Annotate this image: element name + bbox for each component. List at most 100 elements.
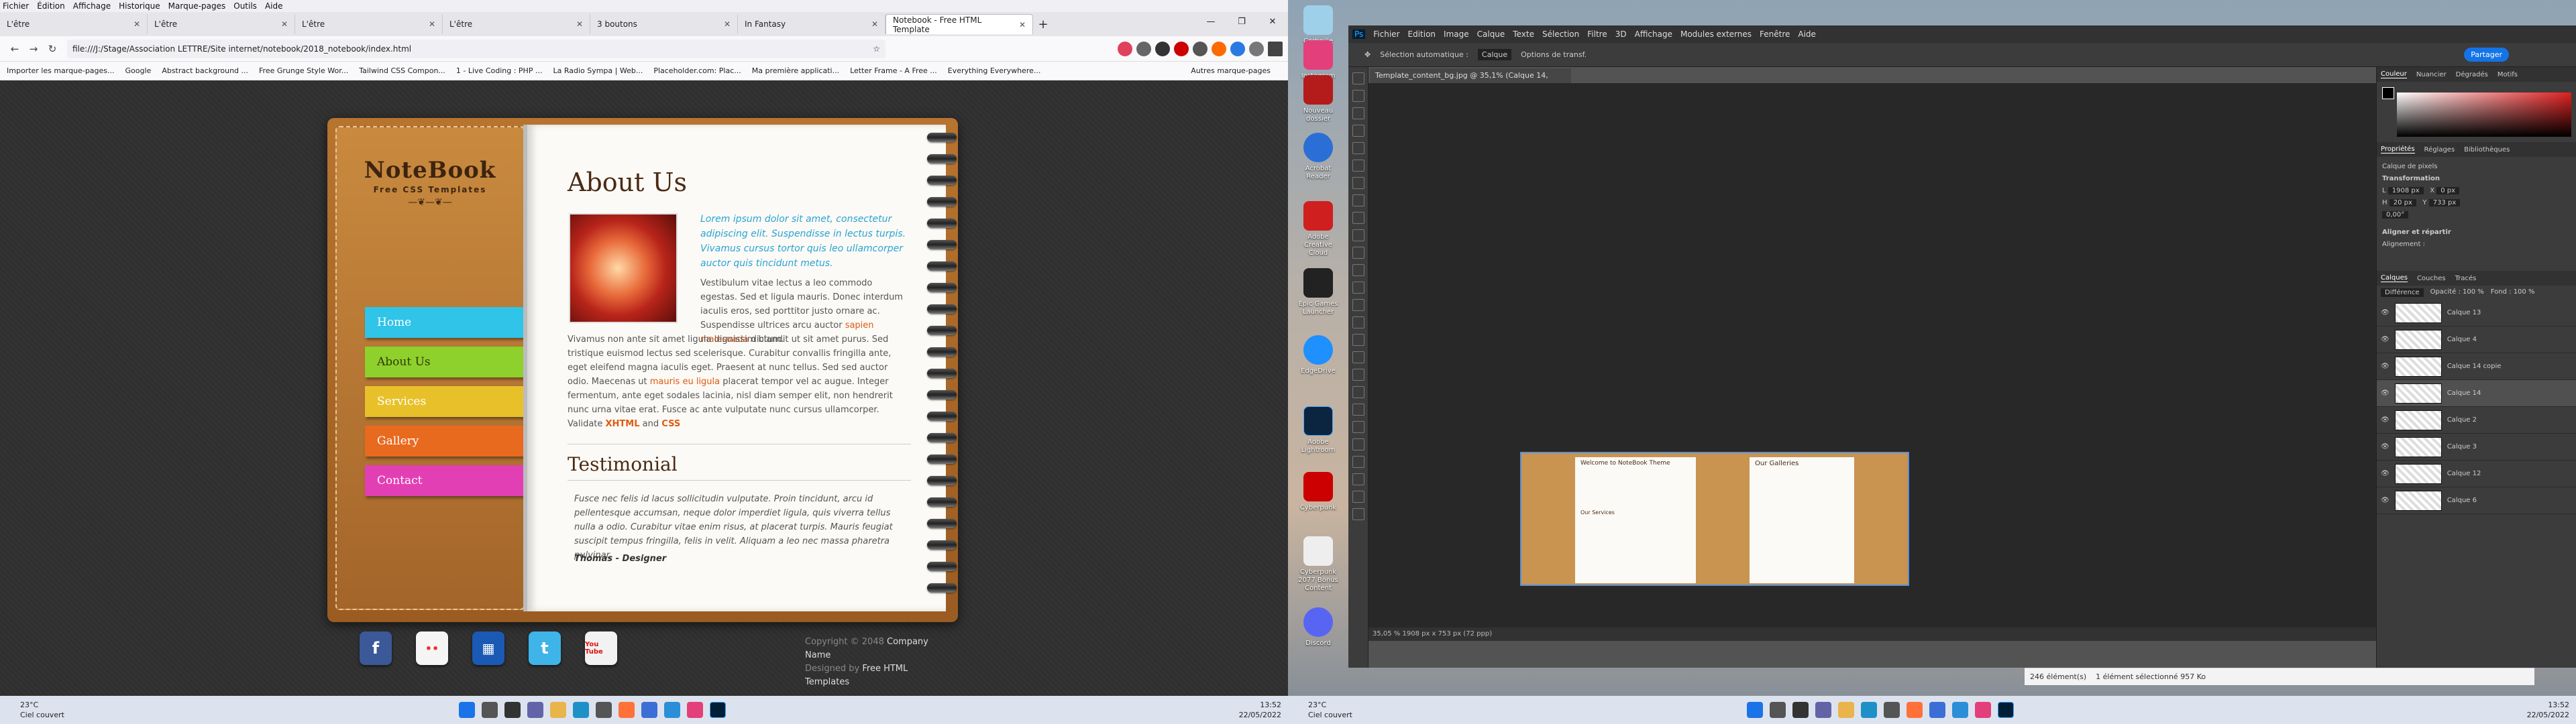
photoshop-icon[interactable] <box>710 702 726 718</box>
layer-row[interactable]: 👁 Calque 14 copie <box>2377 353 2576 380</box>
ps-tool-icon[interactable] <box>1352 334 1364 346</box>
fill-field[interactable]: Fond : 100 % <box>2491 288 2535 297</box>
ps-menu-item[interactable]: Image <box>1444 29 1469 39</box>
eye-icon[interactable]: 👁 <box>2381 389 2390 397</box>
layer-row[interactable]: 👁 Calque 13 <box>2377 300 2576 326</box>
browser-tab[interactable]: 3 boutons ✕ <box>590 14 738 34</box>
desktop-icon[interactable]: Acrobat Reader <box>1296 133 1340 181</box>
ps-tool-icon[interactable] <box>1352 404 1364 416</box>
store-icon[interactable] <box>1884 702 1900 718</box>
browser-tab-active[interactable]: Notebook - Free HTML Template ✕ <box>885 14 1033 34</box>
menu-outils[interactable]: Outils <box>233 1 257 11</box>
bookmark-item[interactable]: Placeholder.com: Plac... <box>653 66 741 75</box>
ps-menu-item[interactable]: Filtre <box>1587 29 1607 39</box>
nav-home[interactable]: Home <box>365 307 526 338</box>
extension-icon[interactable] <box>1230 41 1245 56</box>
weather-widget[interactable]: 23°C Ciel couvert <box>1308 700 1352 720</box>
menu-edition[interactable]: Édition <box>37 1 65 11</box>
opacity-field[interactable]: Opacité : 100 % <box>2430 288 2484 297</box>
bookmark-item[interactable]: Google <box>125 66 152 75</box>
menu-affichage[interactable]: Affichage <box>73 1 111 11</box>
canvas-document[interactable]: Welcome to NoteBook Theme Our Services O… <box>1520 452 1909 586</box>
bookmark-item[interactable]: La Radio Sympa | Web... <box>553 66 643 75</box>
eye-icon[interactable]: 👁 <box>2381 336 2390 343</box>
close-icon[interactable]: ✕ <box>281 19 288 29</box>
facebook-icon[interactable]: f <box>360 631 392 665</box>
chat-icon[interactable] <box>1815 702 1831 718</box>
bookmark-item[interactable]: Tailwind CSS Compon... <box>359 66 445 75</box>
close-icon[interactable]: ✕ <box>1019 20 1026 29</box>
color-picker[interactable] <box>2377 82 2576 142</box>
height-field[interactable]: 20 px <box>2389 199 2416 206</box>
ps-menu-item[interactable]: Aide <box>1798 29 1816 39</box>
share-button[interactable]: Partager <box>2464 48 2509 62</box>
ps-tool-icon[interactable] <box>1352 386 1364 398</box>
forward-icon[interactable]: → <box>24 43 43 55</box>
menu-icon[interactable] <box>1268 41 1283 56</box>
ps-tool-icon[interactable] <box>1352 508 1364 520</box>
ps-tool-icon[interactable] <box>1352 177 1364 189</box>
new-tab-button[interactable]: + <box>1033 17 1053 32</box>
search-icon[interactable] <box>482 702 498 718</box>
start-icon[interactable] <box>459 702 475 718</box>
close-icon[interactable]: ✕ <box>133 19 140 29</box>
blend-mode-dropdown[interactable]: Différence <box>2381 288 2424 297</box>
menu-aide[interactable]: Aide <box>265 1 283 11</box>
layer-row[interactable]: 👁 Calque 4 <box>2377 326 2576 353</box>
browser-tab[interactable]: In Fantasy ✕ <box>738 14 885 34</box>
width-field[interactable]: 1908 px <box>2387 187 2424 194</box>
browser-tab[interactable]: L'être ✕ <box>0 14 148 34</box>
foreground-swatch[interactable] <box>2382 87 2394 99</box>
tab-couches[interactable]: Couches <box>2417 275 2446 282</box>
firefox-icon[interactable] <box>1907 702 1923 718</box>
tab-calques[interactable]: Calques <box>2381 274 2408 282</box>
desktop-icon[interactable]: Nouveau dossier <box>1296 75 1340 123</box>
bookmark-item[interactable]: Ma première applicati... <box>752 66 839 75</box>
bookmark-item[interactable]: 1 - Live Coding : PHP ... <box>456 66 543 75</box>
weather-widget[interactable]: 23°C Ciel couvert <box>20 700 64 720</box>
ps-menu-item[interactable]: Calque <box>1477 29 1505 39</box>
site-logo[interactable]: NoteBook Free CSS Templates —❦—❦— <box>337 157 523 208</box>
menu-fichier[interactable]: Fichier <box>3 1 29 11</box>
store-icon[interactable] <box>596 702 612 718</box>
folder-icon[interactable] <box>550 702 566 718</box>
eye-icon[interactable]: 👁 <box>2381 497 2390 504</box>
xhtml-link[interactable]: XHTML <box>606 419 640 429</box>
desktop-icon[interactable]: Instagram <box>1296 40 1340 80</box>
eye-icon[interactable]: 👁 <box>2381 363 2390 370</box>
instagram-icon[interactable] <box>687 702 703 718</box>
ps-tool-icon[interactable] <box>1352 264 1364 276</box>
download-icon[interactable] <box>1136 41 1151 56</box>
firefox-icon[interactable] <box>619 702 635 718</box>
ps-menu-item[interactable]: Affichage <box>1635 29 1672 39</box>
ps-tool-icon[interactable] <box>1352 160 1364 172</box>
layer-row[interactable]: 👁 Calque 6 <box>2377 487 2576 514</box>
layer-row[interactable]: 👁 Calque 3 <box>2377 434 2576 461</box>
desktop-icon[interactable]: Adobe Creative Cloud <box>1296 201 1340 257</box>
color-field[interactable] <box>2397 93 2571 137</box>
taskview-icon[interactable] <box>1792 702 1809 718</box>
close-icon[interactable]: ✕ <box>429 19 435 29</box>
menu-marque-pages[interactable]: Marque-pages <box>168 1 226 11</box>
back-icon[interactable]: ← <box>5 43 24 55</box>
app-icon[interactable] <box>1952 702 1968 718</box>
ps-menu-item[interactable]: Edition <box>1408 29 1436 39</box>
app-icon[interactable] <box>1929 702 1945 718</box>
tab-traces[interactable]: Tracés <box>2455 275 2477 282</box>
tab-motifs[interactable]: Motifs <box>2498 71 2518 78</box>
css-link[interactable]: CSS <box>661 419 680 429</box>
menu-historique[interactable]: Historique <box>119 1 160 11</box>
instagram-icon[interactable] <box>1975 702 1991 718</box>
start-icon[interactable] <box>1747 702 1763 718</box>
desktop-icon[interactable]: Cyberpunk <box>1296 472 1340 512</box>
ps-tool-icon[interactable] <box>1352 351 1364 363</box>
ps-tool-icon[interactable] <box>1352 299 1364 311</box>
tab-nuancier[interactable]: Nuancier <box>2416 71 2447 78</box>
auto-select-checkbox[interactable]: Sélection automatique : <box>1380 50 1468 59</box>
auto-select-dropdown[interactable]: Calque <box>1477 49 1512 60</box>
eye-icon[interactable]: 👁 <box>2381 443 2390 450</box>
photoshop-icon[interactable] <box>1998 702 2014 718</box>
ps-tool-icon[interactable] <box>1352 421 1364 433</box>
edge-icon[interactable] <box>573 702 589 718</box>
nav-contact[interactable]: Contact <box>365 465 526 496</box>
